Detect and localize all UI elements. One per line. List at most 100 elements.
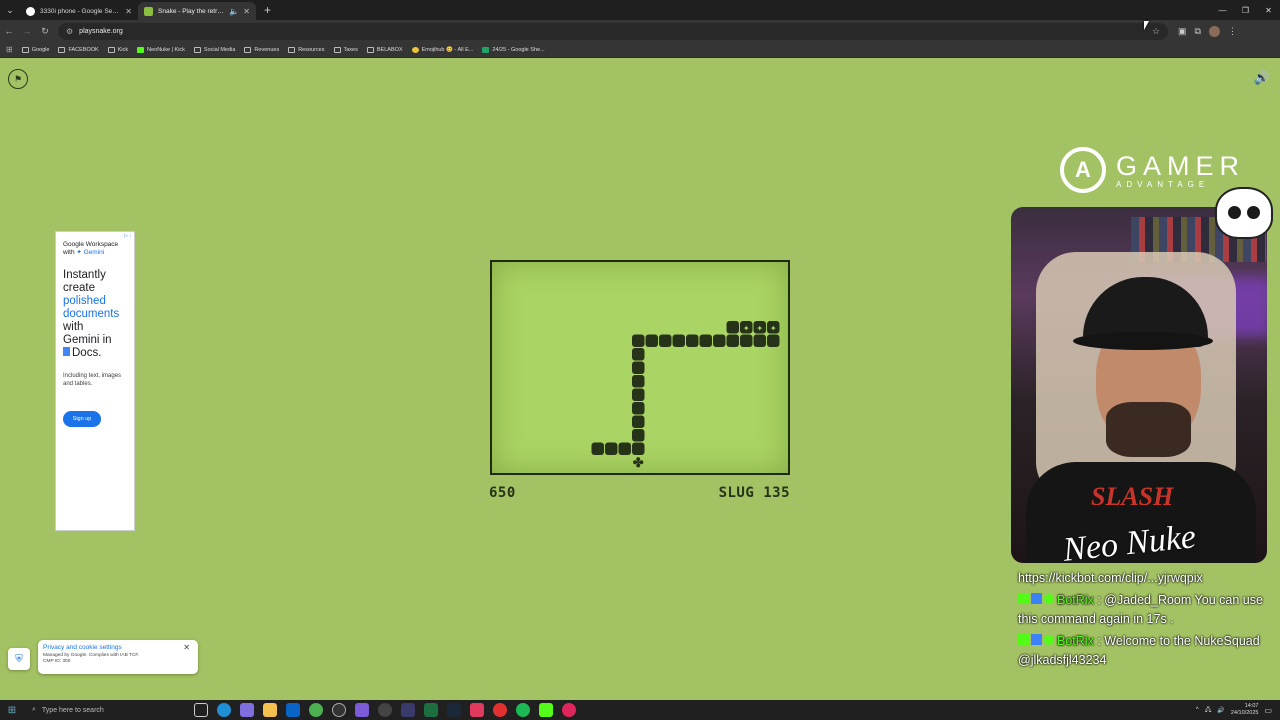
- taskbar-clock[interactable]: 14:07 24/10/2025: [1231, 703, 1259, 717]
- snake-segment: [632, 348, 645, 361]
- snake-segment: [726, 334, 739, 347]
- back-icon[interactable]: ←: [0, 26, 18, 36]
- ad-headline-docs: Docs.: [72, 347, 102, 359]
- chat-message: BotRix : Welcome to the NukeSquad @jlkad…: [1018, 632, 1268, 671]
- bookmark-resources[interactable]: Resources: [288, 46, 325, 53]
- privacy-shield-icon[interactable]: ⛨: [8, 648, 30, 670]
- chrome-icon[interactable]: [309, 703, 323, 717]
- edge-icon[interactable]: [217, 703, 231, 717]
- restore-icon[interactable]: ❐: [1234, 0, 1257, 20]
- adchoices-icon[interactable]: ▷ ⁝: [124, 233, 131, 239]
- minimize-icon[interactable]: —: [1211, 0, 1234, 20]
- snake-segment: [740, 334, 753, 347]
- chat-badges: [1018, 591, 1057, 611]
- bookmark-google-sheets[interactable]: 24/25 - Google She...: [482, 46, 545, 53]
- tab-google-search[interactable]: 3330i phone - Google Search ✕: [20, 2, 138, 20]
- tab-bar: ⌄ 3330i phone - Google Search ✕ Snake - …: [0, 0, 1280, 20]
- tiktok-icon[interactable]: [470, 703, 484, 717]
- snake-segment: [605, 442, 618, 455]
- privacy-title[interactable]: Privacy and cookie settings: [43, 644, 193, 651]
- snake-segment: [686, 334, 699, 347]
- snake-segment: [713, 334, 726, 347]
- taskbar-search[interactable]: ⌕ Type here to search: [24, 700, 174, 720]
- menu-kebab-icon[interactable]: ⋮: [1228, 26, 1237, 37]
- bookmark-taxes[interactable]: Taxes: [333, 46, 358, 53]
- tab-search-icon[interactable]: ⌄: [0, 0, 20, 20]
- record-icon[interactable]: [493, 703, 507, 717]
- google-workspace-ad[interactable]: ▷ ⁝ Google Workspace with ✦ Gemini Insta…: [55, 231, 135, 531]
- bookmark-kick[interactable]: Kick: [107, 46, 129, 53]
- bookmark-google[interactable]: Google: [21, 46, 50, 53]
- mouse-cursor: [1144, 21, 1149, 30]
- close-tab-icon[interactable]: ✕: [125, 7, 132, 16]
- app-icon[interactable]: [401, 703, 415, 717]
- kick-badge-icon: [1018, 633, 1029, 645]
- google-favicon-icon: [26, 6, 35, 16]
- privacy-card[interactable]: Privacy and cookie settings Managed by G…: [38, 640, 198, 674]
- extension-icon[interactable]: ▣: [1178, 26, 1187, 37]
- bookmarks-bar: ⊞ Google FACEBOOK Kick NeoNuke | Kick So…: [0, 42, 1280, 58]
- new-tab-button[interactable]: +: [264, 3, 271, 17]
- ad-signup-button[interactable]: Sign up: [63, 411, 101, 427]
- sound-icon[interactable]: 🔊: [1254, 70, 1270, 86]
- copilot-icon[interactable]: [240, 703, 254, 717]
- bookmark-star-icon[interactable]: ☆: [1152, 26, 1160, 37]
- kick-badge-icon: [1018, 592, 1029, 604]
- bookmark-emojihub[interactable]: Emojihub 😊 - All E...: [411, 46, 473, 53]
- ad-headline-line: create: [63, 282, 95, 294]
- folder-icon: [193, 46, 201, 53]
- ad-headline: Instantly create polished documents with…: [63, 269, 127, 360]
- close-icon[interactable]: ✕: [183, 643, 190, 652]
- tab-snake[interactable]: Snake - Play the retro Snak 🔈 ✕: [138, 2, 256, 20]
- file-explorer-icon[interactable]: [263, 703, 277, 717]
- snake-game-board[interactable]: ✦ ✦ ✦ ✤: [490, 260, 790, 475]
- bookmark-neonuke-kick[interactable]: NeoNuke | Kick: [137, 46, 185, 53]
- bookmark-label: BELABOX: [376, 46, 403, 53]
- url-input[interactable]: ⚙ playsnake.org ☆: [58, 22, 1168, 40]
- app-icon[interactable]: [562, 703, 576, 717]
- windows-start-icon[interactable]: ⊞: [0, 705, 24, 716]
- reload-icon[interactable]: ↻: [36, 26, 54, 37]
- app-icon[interactable]: [378, 703, 392, 717]
- apps-grid-icon[interactable]: ⊞: [6, 45, 13, 54]
- forward-icon[interactable]: →: [18, 26, 36, 36]
- sheets-icon: [482, 46, 490, 53]
- bookmark-label: Kick: [117, 46, 129, 53]
- site-info-icon[interactable]: ⚙: [66, 27, 73, 36]
- mute-tab-icon[interactable]: 🔈: [229, 7, 239, 16]
- bookmark-belabox[interactable]: BELABOX: [366, 46, 403, 53]
- spotify-icon[interactable]: [516, 703, 530, 717]
- snake-segment: [659, 334, 672, 347]
- volume-icon[interactable]: 🔊: [1217, 707, 1224, 714]
- close-window-icon[interactable]: ✕: [1257, 0, 1280, 20]
- profile-avatar[interactable]: [1208, 25, 1220, 37]
- notification-icon[interactable]: ▭: [1264, 706, 1272, 715]
- bookmark-facebook[interactable]: FACEBOOK: [58, 46, 99, 53]
- bookmark-label: Taxes: [343, 46, 358, 53]
- shirt-logo: SLASH: [1091, 482, 1174, 511]
- taskbar-apps: [194, 703, 576, 717]
- bookmark-revenues[interactable]: Revenues: [244, 46, 279, 53]
- snake-segment: [632, 361, 645, 374]
- bookmark-social-media[interactable]: Social Media: [193, 46, 235, 53]
- steam-icon[interactable]: [447, 703, 461, 717]
- network-icon[interactable]: 🖧: [1205, 705, 1212, 715]
- gamer-advantage-logo: A GAMER ADVANTAGE: [1060, 147, 1245, 193]
- outlook-icon[interactable]: [286, 703, 300, 717]
- kick-app-icon[interactable]: [539, 703, 553, 717]
- chat-message: https://kickbot.com/clip/...yjrwqpix: [1018, 569, 1268, 589]
- close-tab-icon[interactable]: ✕: [243, 7, 250, 16]
- flag-icon[interactable]: ⚑: [8, 69, 28, 89]
- level-display: SLUG 135: [718, 485, 790, 501]
- emoji-icon: [411, 46, 419, 53]
- extensions-puzzle-icon[interactable]: ⧉: [1195, 26, 1201, 37]
- verified-badge-icon: [1044, 634, 1054, 645]
- excel-icon[interactable]: [424, 703, 438, 717]
- streaming-app-icon[interactable]: [355, 703, 369, 717]
- snake-favicon-icon: [144, 6, 153, 16]
- obs-icon[interactable]: [332, 703, 346, 717]
- snake-segment: [699, 334, 712, 347]
- bookmark-label: Google: [31, 46, 50, 53]
- task-view-icon[interactable]: [194, 703, 208, 717]
- tray-chevron-icon[interactable]: ^: [1196, 707, 1199, 713]
